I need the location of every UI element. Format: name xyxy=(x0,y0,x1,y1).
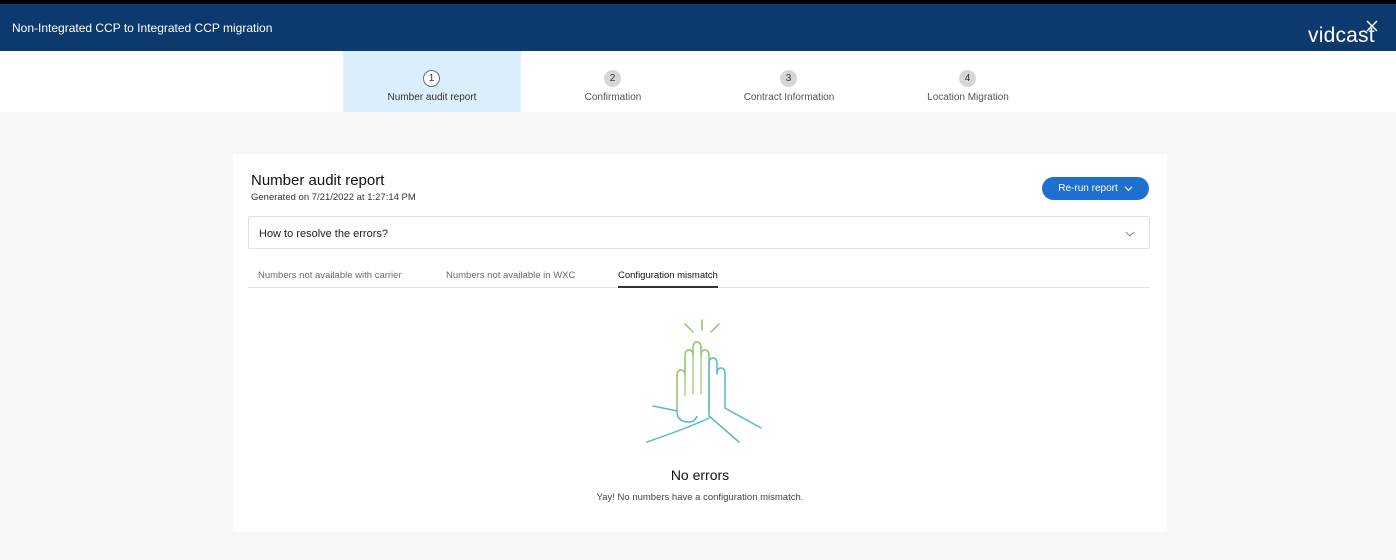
step-confirmation[interactable]: 2 Confirmation xyxy=(524,51,702,112)
report-title: Number audit report xyxy=(251,172,385,189)
empty-state-title: No errors xyxy=(670,467,730,483)
step-label: Contract Information xyxy=(743,92,835,103)
top-bar: Non-Integrated CCP to Integrated CCP mig… xyxy=(0,4,1396,51)
app-window: Non-Integrated CCP to Integrated CCP mig… xyxy=(0,4,1396,560)
step-label: Location Migration xyxy=(927,92,1009,103)
accordion-label: How to resolve the errors? xyxy=(259,228,388,240)
step-number-audit-report[interactable]: 1 Number audit report xyxy=(343,51,521,112)
resolve-errors-accordion[interactable]: How to resolve the errors? xyxy=(248,216,1150,249)
step-number: 1 xyxy=(423,70,440,87)
rerun-report-button[interactable]: Re-run report xyxy=(1042,177,1149,200)
migration-stepper: 1 Number audit report 2 Confirmation 3 C… xyxy=(0,51,1396,112)
step-label: Confirmation xyxy=(584,92,642,103)
tab-configuration-mismatch[interactable]: Configuration mismatch xyxy=(618,270,718,288)
report-generated-timestamp: Generated on 7/21/2022 at 1:27:14 PM xyxy=(251,192,416,203)
chevron-down-icon xyxy=(1124,186,1133,192)
chevron-down-icon xyxy=(1125,231,1135,237)
report-tabs: Numbers not available with carrier Numbe… xyxy=(248,264,1150,288)
tab-numbers-not-available-in-wxc[interactable]: Numbers not available in WXC xyxy=(446,270,575,288)
page-title: Non-Integrated CCP to Integrated CCP mig… xyxy=(12,21,273,35)
close-icon[interactable] xyxy=(1365,19,1379,33)
step-location-migration[interactable]: 4 Location Migration xyxy=(879,51,1057,112)
audit-report-card: Number audit report Generated on 7/21/20… xyxy=(233,154,1167,532)
high-five-illustration-icon xyxy=(646,319,762,443)
step-number: 2 xyxy=(604,70,621,87)
step-number: 4 xyxy=(959,70,976,87)
step-label: Number audit report xyxy=(387,92,477,103)
empty-state-message: Yay! No numbers have a configuration mis… xyxy=(596,492,804,503)
rerun-report-label: Re-run report xyxy=(1058,183,1118,194)
step-contract-information[interactable]: 3 Contract Information xyxy=(700,51,878,112)
step-number: 3 xyxy=(780,70,797,87)
tab-numbers-not-available-with-carrier[interactable]: Numbers not available with carrier xyxy=(258,270,402,288)
